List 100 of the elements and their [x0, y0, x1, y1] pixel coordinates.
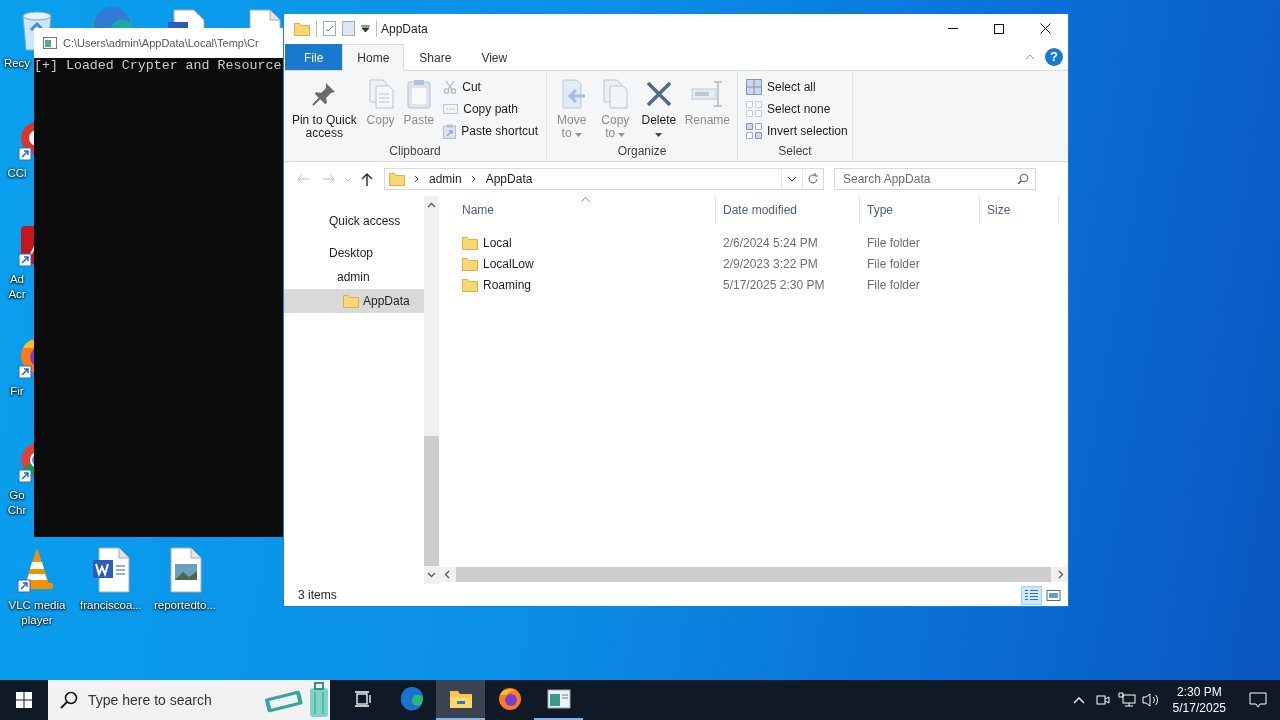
nav-item[interactable]: admin: [284, 265, 424, 289]
nav-item[interactable]: AppData: [284, 289, 424, 313]
scroll-down-icon[interactable]: [427, 572, 436, 578]
chevron-up-icon[interactable]: [1072, 696, 1085, 704]
file-name[interactable]: Local: [483, 235, 512, 250]
view-toggle[interactable]: [1021, 585, 1042, 605]
taskbar-app[interactable]: [436, 680, 485, 720]
group-label: Select: [777, 144, 813, 160]
ribbon-button[interactable]: Invert selection: [744, 123, 850, 139]
network-icon[interactable]: [1117, 692, 1136, 708]
select-all-icon: [746, 79, 762, 95]
file-name[interactable]: Roaming: [483, 277, 532, 292]
group-label: Clipboard: [388, 144, 442, 160]
table-cell-text: File folder: [866, 235, 921, 250]
table-cell-text: 2/9/2023 3:22 PM: [722, 256, 819, 271]
maximize-icon: [994, 23, 1004, 34]
properties-icon[interactable]: [323, 21, 336, 36]
select-none-icon: [746, 101, 762, 117]
invert-selection-icon: [746, 123, 762, 139]
task-view-icon: [353, 691, 372, 707]
search-icon: [1017, 173, 1029, 185]
status-text: 3 items: [298, 588, 337, 602]
icon-label: Fir: [9, 384, 25, 399]
back-arrow-icon: [296, 174, 310, 184]
window-title: AppData: [381, 21, 429, 36]
table-cell-text: File folder: [866, 256, 921, 271]
ribbon-button[interactable]: Select all: [744, 79, 850, 95]
address-bar[interactable]: admin AppData: [384, 168, 824, 190]
breadcrumb[interactable]: AppData: [485, 172, 533, 186]
horizontal-scrollbar[interactable]: [439, 567, 1068, 582]
column-header[interactable]: Name: [455, 196, 716, 224]
ribbon-button[interactable]: Delete: [638, 75, 680, 142]
folder-icon: [343, 294, 359, 308]
volume-icon[interactable]: [1141, 693, 1160, 707]
firefox-icon: [497, 687, 522, 711]
nav-item[interactable]: Desktop: [284, 241, 424, 265]
help-button[interactable]: ?: [1045, 47, 1063, 66]
column-header[interactable]: Size: [980, 196, 1059, 224]
folder-icon: [462, 256, 478, 271]
windows-logo-icon: [16, 692, 32, 708]
details-view-icon: [1024, 588, 1039, 602]
clipboard-icon: [404, 78, 433, 110]
icon-label: Go Chr: [6, 488, 28, 518]
table-cell-text: 2/6/2024 5:24 PM: [722, 235, 819, 250]
large-icons-view-icon: [1046, 588, 1061, 602]
close-icon: [1039, 23, 1051, 34]
console-line: [+] Loaded Crypter and Resource: [34, 58, 283, 73]
icon-label: CCl: [6, 166, 28, 181]
icon-label: franciscoa...: [79, 598, 143, 613]
clock-date: 5/17/2025: [1172, 700, 1226, 716]
console-icon: [43, 37, 57, 49]
ribbon-tab[interactable]: Share: [404, 44, 467, 70]
icon-label: Ad Acr: [7, 272, 27, 302]
shortcut-icon: [443, 123, 457, 139]
file-menu-tab[interactable]: File: [285, 44, 343, 70]
ribbon-tab[interactable]: Home: [342, 44, 405, 71]
table-cell-text: File folder: [866, 277, 921, 292]
window-title: C:\Users\admin\AppData\Local\Temp\Cr: [63, 37, 259, 49]
group-label: Organize: [616, 144, 668, 160]
camera-icon[interactable]: [1095, 695, 1110, 705]
copy-to-icon: [600, 78, 631, 110]
nav-item[interactable]: Quick access: [284, 209, 424, 233]
search-icon: [60, 691, 78, 709]
vertical-scrollbar[interactable]: [424, 196, 439, 584]
icon-label: Recy: [3, 56, 31, 71]
column-header[interactable]: Date modified: [716, 196, 860, 224]
luggage-drawing: [264, 682, 330, 718]
collapse-ribbon-icon[interactable]: [1025, 53, 1035, 60]
table-cell-text: 5/17/2025 2:30 PM: [722, 277, 826, 292]
chevron-icon: [413, 175, 421, 183]
folder-icon: [462, 277, 478, 292]
minimize-icon: [948, 28, 958, 29]
search-field[interactable]: Search AppData: [834, 168, 1036, 190]
edge-icon: [399, 687, 424, 711]
folder-icon: [448, 689, 473, 709]
icon-label: VLC media player: [7, 598, 67, 628]
ribbon-button[interactable]: Pin to Quick access: [288, 75, 361, 142]
scissors-icon: [443, 80, 458, 94]
folder-icon: [389, 172, 405, 186]
message-icon: [1249, 692, 1267, 708]
scroll-up-icon[interactable]: [427, 202, 436, 208]
up-arrow-icon: [361, 172, 373, 186]
scroll-right-icon[interactable]: [1057, 570, 1064, 579]
breadcrumb[interactable]: admin: [429, 172, 462, 186]
chevron-icon: [469, 175, 478, 183]
window-icon: [546, 689, 571, 709]
word-document-icon: [91, 546, 131, 594]
folder-icon: [294, 21, 310, 36]
column-header[interactable]: Type: [860, 196, 980, 224]
file-name[interactable]: LocalLow: [483, 256, 534, 271]
clock[interactable]: 2:30 PM 5/17/2025: [1162, 684, 1236, 716]
rename-icon: [690, 79, 725, 109]
clock-time: 2:30 PM: [1176, 684, 1222, 700]
ribbon-tab[interactable]: View: [466, 44, 523, 70]
taskbar-search-field[interactable]: Type here to search: [48, 680, 330, 720]
forward-arrow-icon: [322, 174, 336, 184]
dropdown-icon[interactable]: [361, 24, 370, 33]
folder-icon: [462, 235, 478, 250]
scroll-left-icon[interactable]: [443, 570, 450, 579]
icon-label: reportedto...: [153, 598, 217, 613]
